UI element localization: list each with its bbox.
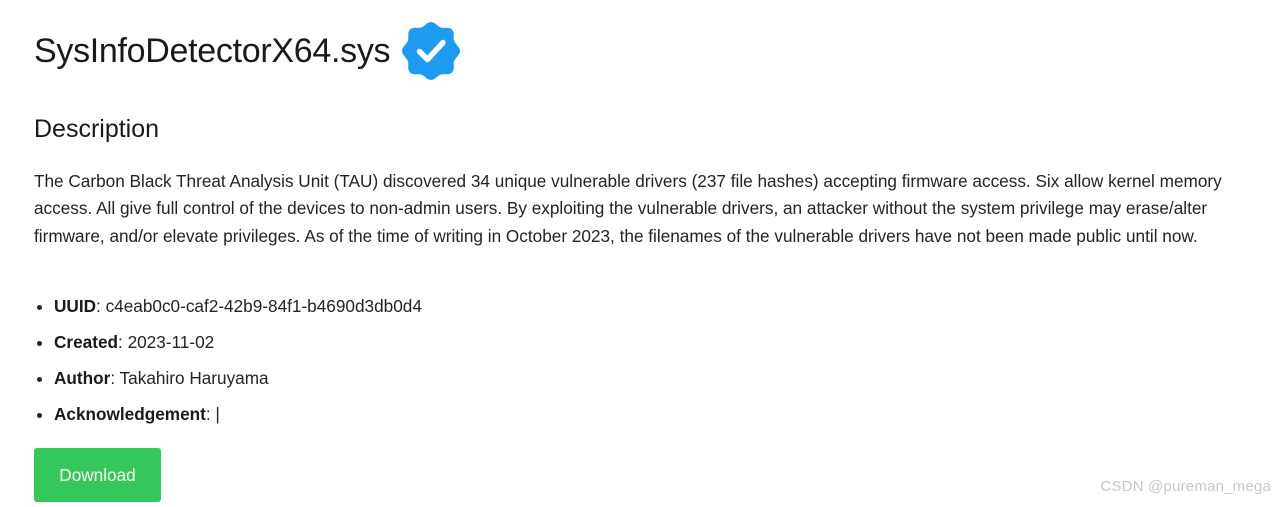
title-row: SysInfoDetectorX64.sys [34, 18, 464, 84]
list-item-acknowledgement: Acknowledgement: | [54, 398, 422, 434]
author-value: Takahiro Haruyama [119, 368, 269, 388]
metadata-list: UUID: c4eab0c0-caf2-42b9-84f1-b4690d3db0… [34, 290, 422, 434]
page-title: SysInfoDetectorX64.sys [34, 32, 391, 70]
page: SysInfoDetectorX64.sys Description The C… [0, 0, 1285, 507]
created-colon: : [118, 332, 128, 352]
description-text: The Carbon Black Threat Analysis Unit (T… [34, 171, 1222, 246]
description-heading: Description [34, 115, 160, 143]
uuid-value: c4eab0c0-caf2-42b9-84f1-b4690d3db0d4 [105, 296, 422, 316]
acknowledgement-label: Acknowledgement [54, 404, 206, 424]
download-button[interactable]: Download [34, 448, 161, 502]
uuid-colon: : [96, 296, 106, 316]
watermark: CSDN @pureman_mega [1100, 478, 1271, 495]
acknowledgement-value: | [215, 404, 220, 424]
list-item-author: Author: Takahiro Haruyama [54, 362, 422, 398]
verified-badge-icon [402, 22, 461, 80]
author-colon: : [110, 368, 120, 388]
list-item-created: Created: 2023-11-02 [54, 326, 422, 362]
created-label: Created [54, 332, 118, 352]
uuid-label: UUID [54, 296, 97, 316]
acknowledgement-colon: : [205, 404, 216, 424]
list-item-uuid: UUID: c4eab0c0-caf2-42b9-84f1-b4690d3db0… [54, 290, 422, 326]
created-value: 2023-11-02 [127, 332, 215, 352]
author-label: Author [54, 368, 111, 388]
